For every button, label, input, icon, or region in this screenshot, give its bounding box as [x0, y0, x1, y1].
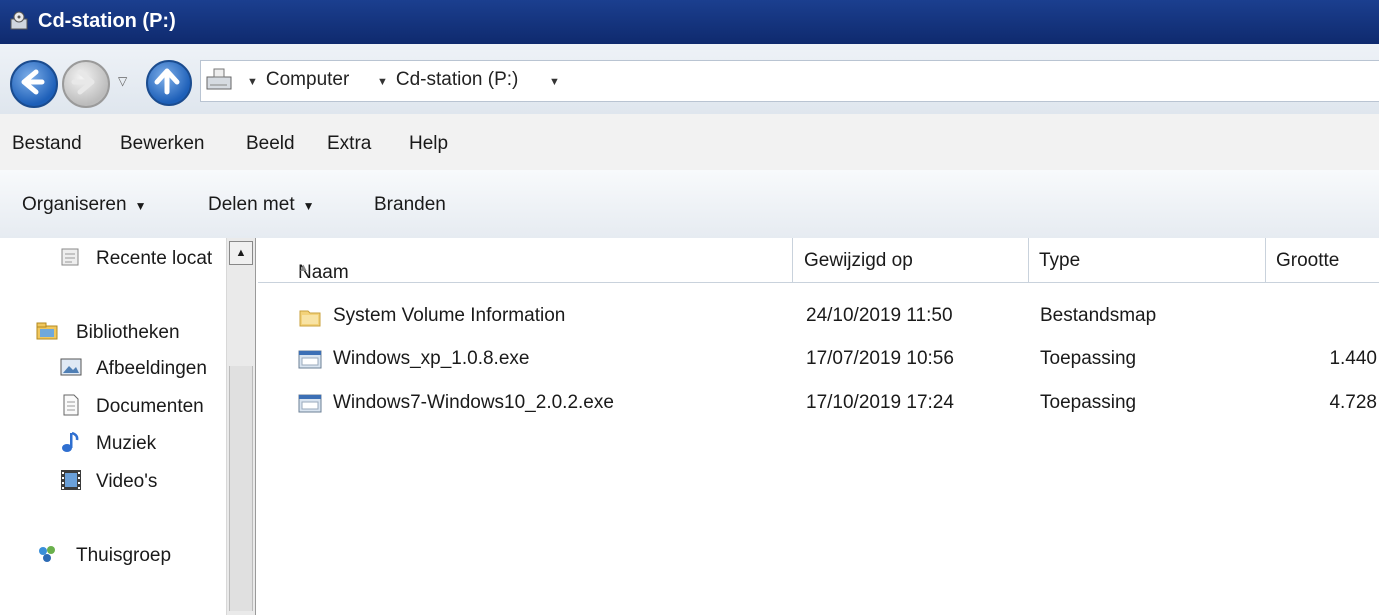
pictures-icon — [60, 358, 82, 376]
file-modified: 24/10/2019 11:50 — [806, 305, 953, 326]
breadcrumb-dropdown[interactable]: ▼ — [549, 69, 568, 91]
back-arrow-icon — [21, 69, 45, 95]
sort-ascending-icon: ▲ — [298, 262, 309, 274]
menu-help[interactable]: Help — [409, 133, 448, 155]
navigation-pane: Recente locat Bibliotheken Afbeeldingen … — [0, 238, 258, 615]
file-name: System Volume Information — [333, 305, 566, 326]
breadcrumb-cd-station[interactable]: ▼ Cd-station (P:) — [377, 69, 518, 91]
file-row[interactable]: System Volume Information 24/10/2019 11:… — [258, 300, 1379, 336]
forward-arrow-icon — [71, 69, 95, 95]
menu-bewerken[interactable]: Bewerken — [120, 133, 205, 155]
drive-icon — [10, 11, 28, 30]
music-icon — [62, 431, 79, 452]
sidebar-item-label: Afbeeldingen — [96, 358, 207, 379]
menu-beeld[interactable]: Beeld — [246, 133, 295, 155]
organize-button[interactable]: Organiseren ▼ — [22, 194, 146, 216]
file-type: Toepassing — [1040, 392, 1137, 413]
chevron-down-icon: ▼ — [134, 199, 147, 213]
recent-places-icon — [61, 248, 79, 266]
recent-pages-dropdown[interactable]: ▽ — [118, 74, 127, 88]
column-header-row: Naam ▲ Gewijzigd op Type Grootte — [258, 238, 1379, 283]
file-size: 1.440 — [1329, 348, 1377, 369]
application-icon — [298, 350, 322, 369]
forward-button[interactable] — [62, 60, 110, 108]
navigation-bar: ▽ ▼ Computer ▼ Cd-station (P:) ▼ — [0, 44, 1379, 114]
share-button[interactable]: Delen met ▼ — [208, 194, 315, 216]
sidebar-item-label: Recente locat — [96, 248, 213, 269]
sidebar-item-label: Documenten — [96, 396, 204, 417]
file-modified: 17/10/2019 17:24 — [806, 392, 954, 413]
homegroup-icon — [39, 546, 55, 562]
file-type: Bestandsmap — [1040, 305, 1157, 326]
file-size: 4.728 — [1329, 392, 1377, 413]
sidebar-scrollbar[interactable]: ▲ — [226, 238, 256, 615]
column-header-name[interactable]: Naam ▲ — [278, 238, 793, 283]
title-bar: Cd-station (P:) — [0, 0, 1379, 44]
file-row[interactable]: Windows7-Windows10_2.0.2.exe 17/10/2019 … — [258, 387, 1379, 423]
back-button[interactable] — [10, 60, 58, 108]
column-header-type[interactable]: Type — [1029, 238, 1266, 282]
scroll-up-button[interactable]: ▲ — [229, 241, 253, 265]
libraries-icon — [36, 322, 58, 340]
file-row[interactable]: Windows_xp_1.0.8.exe 17/07/2019 10:56 To… — [258, 343, 1379, 379]
scroll-thumb[interactable] — [229, 366, 253, 611]
documents-icon — [63, 394, 79, 416]
column-header-modified[interactable]: Gewijzigd op — [794, 238, 1029, 282]
chevron-down-icon: ▼ — [302, 199, 315, 213]
file-name: Windows_xp_1.0.8.exe — [333, 348, 530, 369]
file-list: Naam ▲ Gewijzigd op Type Grootte System … — [258, 238, 1379, 615]
sidebar-item-label: Video's — [96, 471, 158, 492]
file-modified: 17/07/2019 10:56 — [806, 348, 954, 369]
column-header-size[interactable]: Grootte — [1266, 238, 1379, 282]
menu-bestand[interactable]: Bestand — [12, 133, 82, 155]
sidebar-item-label: Thuisgroep — [76, 545, 172, 566]
drive-icon — [206, 68, 232, 90]
file-name: Windows7-Windows10_2.0.2.exe — [333, 392, 614, 413]
address-bar[interactable]: ▼ Computer ▼ Cd-station (P:) ▼ — [200, 60, 1379, 102]
sidebar-item-label: Bibliotheken — [76, 322, 180, 343]
videos-icon — [61, 470, 81, 490]
up-arrow-icon — [154, 68, 180, 95]
menu-bar: Bestand Bewerken Beeld Extra Help — [0, 114, 1379, 170]
up-button[interactable] — [146, 60, 192, 106]
sidebar-item-label: Muziek — [96, 433, 157, 454]
burn-button[interactable]: Branden — [374, 194, 446, 216]
window-title: Cd-station (P:) — [38, 10, 176, 32]
menu-extra[interactable]: Extra — [327, 133, 371, 155]
folder-icon — [299, 310, 321, 327]
file-type: Toepassing — [1040, 348, 1137, 369]
breadcrumb-computer[interactable]: ▼ Computer — [247, 69, 349, 91]
application-icon — [298, 394, 322, 413]
command-bar: Organiseren ▼ Delen met ▼ Branden — [0, 170, 1379, 239]
